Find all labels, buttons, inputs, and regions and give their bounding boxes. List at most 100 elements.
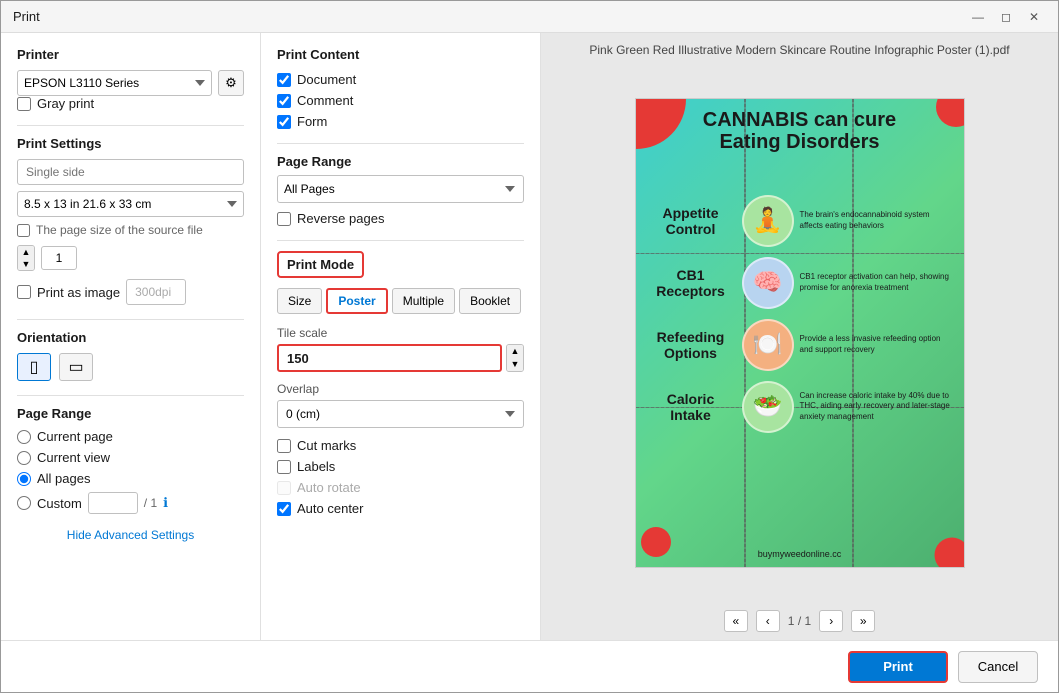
poster-website: buymyweedonline.cc	[636, 549, 964, 559]
overlap-label: Overlap	[277, 382, 524, 396]
poster-label-0: AppetiteControl	[646, 205, 736, 237]
divider-3	[17, 395, 244, 396]
form-checkbox[interactable]	[277, 115, 291, 129]
poster-section-0: AppetiteControl 🧘 The brain's endocannab…	[636, 191, 964, 251]
page-range-title-left: Page Range	[17, 406, 244, 421]
cancel-button[interactable]: Cancel	[958, 651, 1038, 683]
print-mode-section: Print Mode Size Poster Multiple Booklet …	[277, 251, 524, 516]
labels-checkbox[interactable]	[277, 460, 291, 474]
current-page-row: Current page	[17, 429, 244, 444]
copies-up-button[interactable]: ▲	[18, 246, 34, 258]
current-page-radio[interactable]	[17, 430, 31, 444]
current-page: 1	[788, 614, 795, 628]
print-as-image-checkbox[interactable]	[17, 285, 31, 299]
window-controls: — ◻ ✕	[966, 7, 1046, 27]
side-input[interactable]	[17, 159, 244, 185]
form-label: Form	[297, 114, 327, 129]
poster-label-3: CaloricIntake	[646, 391, 736, 423]
source-file-label: The page size of the source file	[36, 223, 203, 237]
first-page-button[interactable]: «	[724, 610, 748, 632]
document-checkbox[interactable]	[277, 73, 291, 87]
deco-bottom-right	[934, 537, 965, 568]
booklet-tab[interactable]: Booklet	[459, 288, 521, 314]
tile-scale-spinner: ▲ ▼	[506, 344, 524, 372]
custom-range-input[interactable]	[88, 492, 138, 514]
poster-circle-0: 🧘	[742, 195, 794, 247]
poster-main-title-line1: CANNABIS can cure	[636, 109, 964, 131]
divider-m2	[277, 240, 524, 241]
auto-rotate-row: Auto rotate	[277, 480, 524, 495]
hide-advanced-link[interactable]: Hide Advanced Settings	[17, 528, 244, 542]
next-page-button[interactable]: ›	[819, 610, 843, 632]
custom-radio[interactable]	[17, 496, 31, 510]
print-button[interactable]: Print	[848, 651, 948, 683]
labels-row: Labels	[277, 459, 524, 474]
tile-scale-row: ▲ ▼	[277, 344, 524, 372]
comment-checkbox[interactable]	[277, 94, 291, 108]
copies-down-button[interactable]: ▼	[18, 258, 34, 270]
cut-marks-label: Cut marks	[297, 438, 356, 453]
reverse-pages-label: Reverse pages	[297, 211, 384, 226]
middle-panel: Print Content Document Comment Form Page…	[261, 33, 541, 640]
document-label: Document	[297, 72, 356, 87]
print-dialog: Print — ◻ ✕ Printer EPSON L3110 Series ⚙	[0, 0, 1059, 693]
tile-scale-input[interactable]	[277, 344, 502, 372]
restore-button[interactable]: ◻	[994, 7, 1018, 27]
copies-spinner-group: ▲ ▼	[17, 245, 35, 271]
orientation-section: Orientation ▯ ▭	[17, 330, 244, 381]
last-page-button[interactable]: »	[851, 610, 875, 632]
page-separator: /	[798, 614, 805, 628]
dpi-input[interactable]	[126, 279, 186, 305]
custom-suffix: / 1	[144, 496, 157, 510]
copies-input[interactable]	[41, 246, 77, 270]
tile-scale-down-button[interactable]: ▼	[507, 358, 523, 371]
poster-tab[interactable]: Poster	[326, 288, 387, 314]
all-pages-row: All pages	[17, 471, 244, 486]
poster-circle-2: 🍽️	[742, 319, 794, 371]
current-page-label: Current page	[37, 429, 113, 444]
poster-title-area: CANNABIS can cure Eating Disorders	[636, 109, 964, 153]
current-view-label: Current view	[37, 450, 110, 465]
printer-settings-button[interactable]: ⚙	[218, 70, 244, 96]
printer-section-title: Printer	[17, 47, 244, 62]
page-range-section-left: Page Range Current page Current view All…	[17, 406, 244, 514]
auto-center-checkbox[interactable]	[277, 502, 291, 516]
main-content: Printer EPSON L3110 Series ⚙ Gray print …	[1, 33, 1058, 640]
close-button[interactable]: ✕	[1022, 7, 1046, 27]
printer-select[interactable]: EPSON L3110 Series	[17, 70, 212, 96]
gray-print-checkbox[interactable]	[17, 97, 31, 111]
source-file-checkbox[interactable]	[17, 224, 30, 237]
current-view-radio[interactable]	[17, 451, 31, 465]
overlap-select[interactable]: 0 (cm)	[277, 400, 524, 428]
multiple-tab[interactable]: Multiple	[392, 288, 455, 314]
all-pages-label: All pages	[37, 471, 90, 486]
poster-main-title-line2: Eating Disorders	[636, 131, 964, 153]
poster-label-2: RefeedingOptions	[646, 329, 736, 361]
prev-page-button[interactable]: ‹	[756, 610, 780, 632]
auto-center-label: Auto center	[297, 501, 364, 516]
gray-print-label: Gray print	[37, 96, 94, 111]
print-mode-box: Print Mode	[277, 251, 364, 278]
current-view-row: Current view	[17, 450, 244, 465]
auto-center-row: Auto center	[277, 501, 524, 516]
divider-2	[17, 319, 244, 320]
labels-label: Labels	[297, 459, 335, 474]
poster-desc-3: Can increase caloric intake by 40% due t…	[800, 391, 954, 422]
page-range-mid-select[interactable]: All Pages	[277, 175, 524, 203]
paper-select-row: 8.5 x 13 in 21.6 x 33 cm	[17, 191, 244, 217]
page-range-mid-title: Page Range	[277, 154, 524, 169]
preview-nav: « ‹ 1 / 1 › »	[724, 602, 875, 640]
comment-label: Comment	[297, 93, 353, 108]
minimize-button[interactable]: —	[966, 7, 990, 27]
auto-rotate-checkbox[interactable]	[277, 481, 291, 495]
all-pages-radio[interactable]	[17, 472, 31, 486]
reverse-pages-checkbox[interactable]	[277, 212, 291, 226]
landscape-button[interactable]: ▭	[59, 353, 93, 381]
paper-size-select[interactable]: 8.5 x 13 in 21.6 x 33 cm	[17, 191, 244, 217]
document-row: Document	[277, 72, 524, 87]
cut-marks-checkbox[interactable]	[277, 439, 291, 453]
mode-tabs: Size Poster Multiple Booklet	[277, 288, 524, 314]
tile-scale-up-button[interactable]: ▲	[507, 345, 523, 358]
size-tab[interactable]: Size	[277, 288, 322, 314]
portrait-button[interactable]: ▯	[17, 353, 51, 381]
